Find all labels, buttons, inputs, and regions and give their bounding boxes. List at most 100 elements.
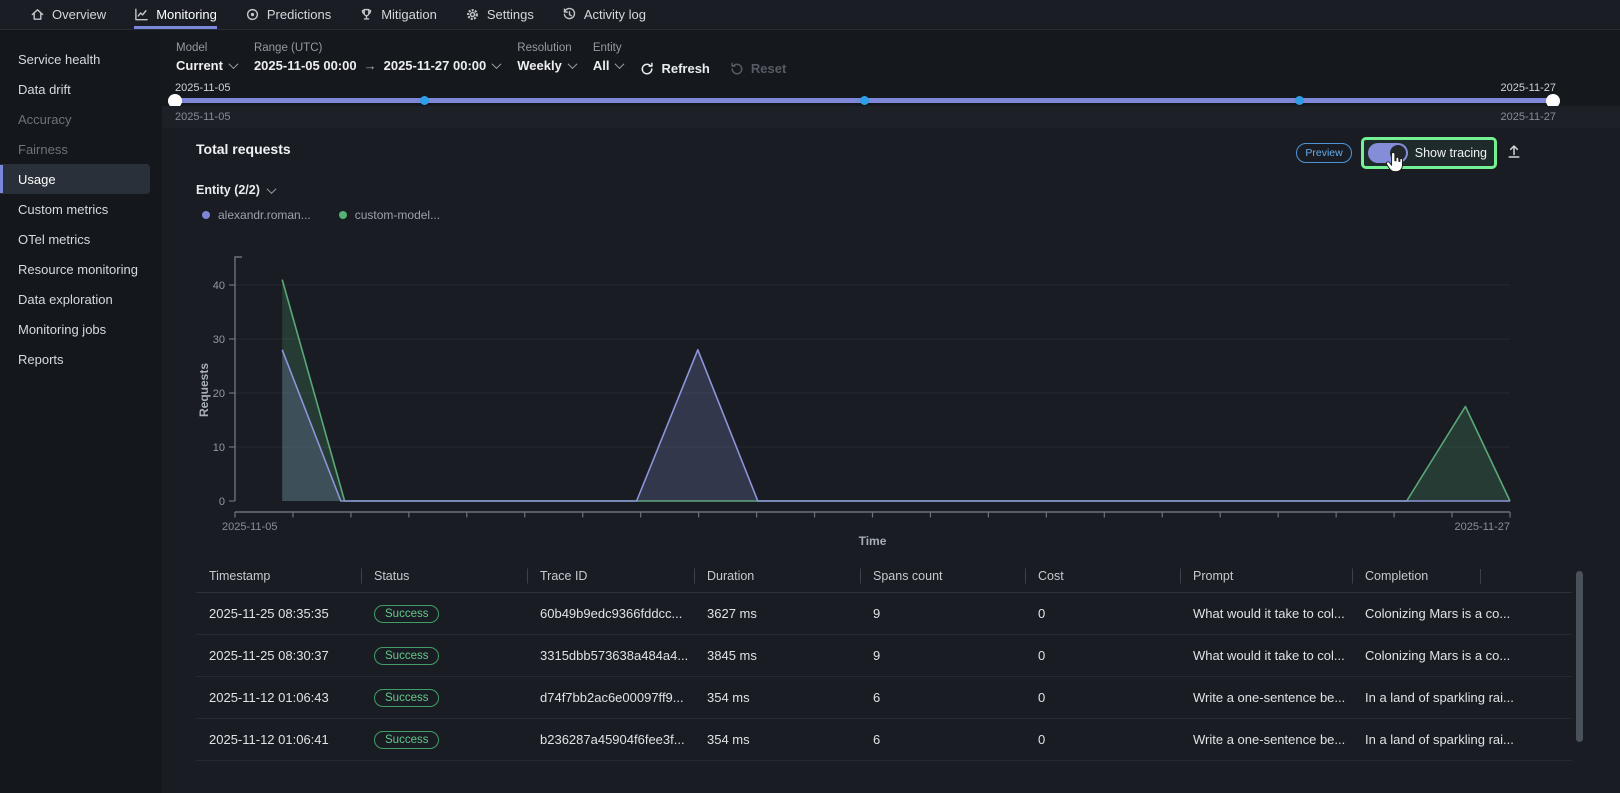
slider-marker-dot: [420, 96, 429, 105]
legend-dot: [339, 211, 347, 219]
nav-label: Settings: [487, 7, 534, 22]
upload-icon: [1506, 143, 1522, 164]
cell-trace-id: d74f7bb2ac6e00097ff9...: [527, 690, 694, 705]
sidebar-item-accuracy[interactable]: Accuracy: [0, 104, 162, 134]
status-badge: Success: [374, 647, 439, 665]
band-start-date-label: 2025-11-05: [175, 106, 230, 128]
cell-spans-count: 6: [860, 732, 1025, 747]
resolution-value: Weekly: [517, 58, 562, 73]
cell-spans-count: 9: [860, 648, 1025, 663]
nav-item-activity-log[interactable]: Activity log: [562, 0, 646, 29]
cell-timestamp: 2025-11-12 01:06:43: [196, 690, 361, 705]
entity-filter-dropdown[interactable]: Entity (2/2): [196, 183, 275, 197]
tracing-highlight-box: Show tracing: [1361, 137, 1497, 169]
export-button[interactable]: [1506, 143, 1522, 164]
nav-item-settings[interactable]: Settings: [465, 0, 534, 29]
svg-text:30: 30: [213, 334, 225, 346]
cell-completion: In a land of sparkling rai...: [1352, 690, 1572, 705]
show-tracing-label: Show tracing: [1415, 146, 1487, 160]
arrow-right-icon: →: [364, 58, 377, 73]
svg-text:10: 10: [213, 442, 225, 454]
svg-text:0: 0: [219, 496, 225, 508]
range-selector-group: Range (UTC) 2025-11-05 00:00 → 2025-11-2…: [254, 42, 500, 73]
cell-timestamp: 2025-11-25 08:30:37: [196, 648, 361, 663]
resolution-selector-group: Resolution Weekly: [517, 42, 576, 73]
show-tracing-toggle[interactable]: [1368, 143, 1408, 163]
sidebar-item-resource-monitoring[interactable]: Resource monitoring: [0, 254, 162, 284]
sidebar-item-usage[interactable]: Usage: [0, 164, 150, 194]
cell-cost: 0: [1025, 690, 1180, 705]
table-scrollbar[interactable]: [1576, 571, 1583, 742]
range-dropdown[interactable]: 2025-11-05 00:00 → 2025-11-27 00:00: [254, 58, 500, 73]
sidebar: Service health Data drift Accuracy Fairn…: [0, 30, 162, 793]
resolution-label: Resolution: [517, 42, 576, 54]
sidebar-item-custom-metrics[interactable]: Custom metrics: [0, 194, 162, 224]
sidebar-item-monitoring-jobs[interactable]: Monitoring jobs: [0, 314, 162, 344]
sidebar-item-otel-metrics[interactable]: OTel metrics: [0, 224, 162, 254]
reset-button[interactable]: Reset: [730, 61, 786, 76]
page-title: Total requests: [196, 141, 291, 157]
sidebar-item-service-health[interactable]: Service health: [0, 44, 162, 74]
chevron-down-icon: [567, 59, 577, 69]
model-selector-group: Model Current: [176, 42, 237, 73]
cell-duration: 3627 ms: [694, 606, 860, 621]
status-badge: Success: [374, 689, 439, 707]
table-row[interactable]: 2025-11-12 01:06:43 Success d74f7bb2ac6e…: [196, 677, 1572, 719]
band-end-date-label: 2025-11-27: [1501, 106, 1556, 128]
nav-item-mitigation[interactable]: Mitigation: [359, 0, 437, 29]
usage-panel: Total requests Preview Show tracing Enti…: [162, 128, 1620, 793]
mouse-cursor-icon: [1385, 152, 1404, 178]
table-row[interactable]: 2025-11-25 08:30:37 Success 3315dbb57363…: [196, 635, 1572, 677]
nav-item-predictions[interactable]: Predictions: [245, 0, 331, 29]
entity-dropdown[interactable]: All: [593, 58, 624, 73]
svg-text:20: 20: [213, 388, 225, 400]
cell-cost: 0: [1025, 648, 1180, 663]
legend-item[interactable]: custom-model...: [339, 208, 440, 222]
svg-text:2025-11-05: 2025-11-05: [222, 521, 277, 533]
home-icon: [30, 7, 45, 22]
svg-text:2025-11-27: 2025-11-27: [1455, 521, 1510, 533]
chevron-down-icon: [229, 59, 239, 69]
sidebar-item-reports[interactable]: Reports: [0, 344, 162, 374]
nav-item-monitoring[interactable]: Monitoring: [134, 0, 217, 29]
sidebar-item-data-exploration[interactable]: Data exploration: [0, 284, 162, 314]
time-range-slider-track[interactable]: [175, 98, 1553, 103]
refresh-button[interactable]: Refresh: [640, 61, 709, 76]
cell-trace-id: 3315dbb573638a484a4...: [527, 648, 694, 663]
range-start-value: 2025-11-05 00:00: [254, 58, 357, 73]
cell-prompt: What would it take to col...: [1180, 606, 1352, 621]
sidebar-item-data-drift[interactable]: Data drift: [0, 74, 162, 104]
range-label: Range (UTC): [254, 42, 500, 54]
entity-label: Entity: [593, 42, 624, 54]
cell-cost: 0: [1025, 606, 1180, 621]
svg-text:Requests: Requests: [197, 363, 211, 417]
legend-dot: [202, 211, 210, 219]
chevron-down-icon: [615, 59, 625, 69]
chevron-down-icon: [492, 59, 502, 69]
table-header: Timestamp Status Trace ID Duration Spans…: [196, 560, 1572, 593]
legend-item[interactable]: alexandr.roman...: [202, 208, 311, 222]
table-row[interactable]: 2025-11-12 01:06:41 Success b236287a4590…: [196, 719, 1572, 761]
table-row[interactable]: 2025-11-25 08:35:35 Success 60b49b9edc93…: [196, 593, 1572, 635]
slider-marker-dot: [1295, 96, 1304, 105]
cell-prompt: What would it take to col...: [1180, 648, 1352, 663]
resolution-dropdown[interactable]: Weekly: [517, 58, 576, 73]
sidebar-item-fairness[interactable]: Fairness: [0, 134, 162, 164]
col-prompt: Prompt: [1180, 569, 1352, 583]
nav-item-overview[interactable]: Overview: [30, 0, 106, 29]
col-spans-count: Spans count: [860, 569, 1025, 583]
cell-status: Success: [361, 605, 527, 623]
slider-end-date-label: 2025-11-27: [1501, 82, 1556, 94]
target-icon: [245, 7, 260, 22]
gear-icon: [465, 7, 480, 22]
cell-prompt: Write a one-sentence be...: [1180, 732, 1352, 747]
model-dropdown[interactable]: Current: [176, 58, 237, 73]
cell-trace-id: b236287a45904f6fee3f...: [527, 732, 694, 747]
reset-icon: [730, 62, 744, 76]
panel-header-actions: Preview Show tracing: [1296, 137, 1522, 169]
cell-duration: 354 ms: [694, 732, 860, 747]
nav-label: Predictions: [267, 7, 331, 22]
cell-trace-id: 60b49b9edc9366fddcc...: [527, 606, 694, 621]
cell-status: Success: [361, 731, 527, 749]
col-cost: Cost: [1025, 569, 1180, 583]
